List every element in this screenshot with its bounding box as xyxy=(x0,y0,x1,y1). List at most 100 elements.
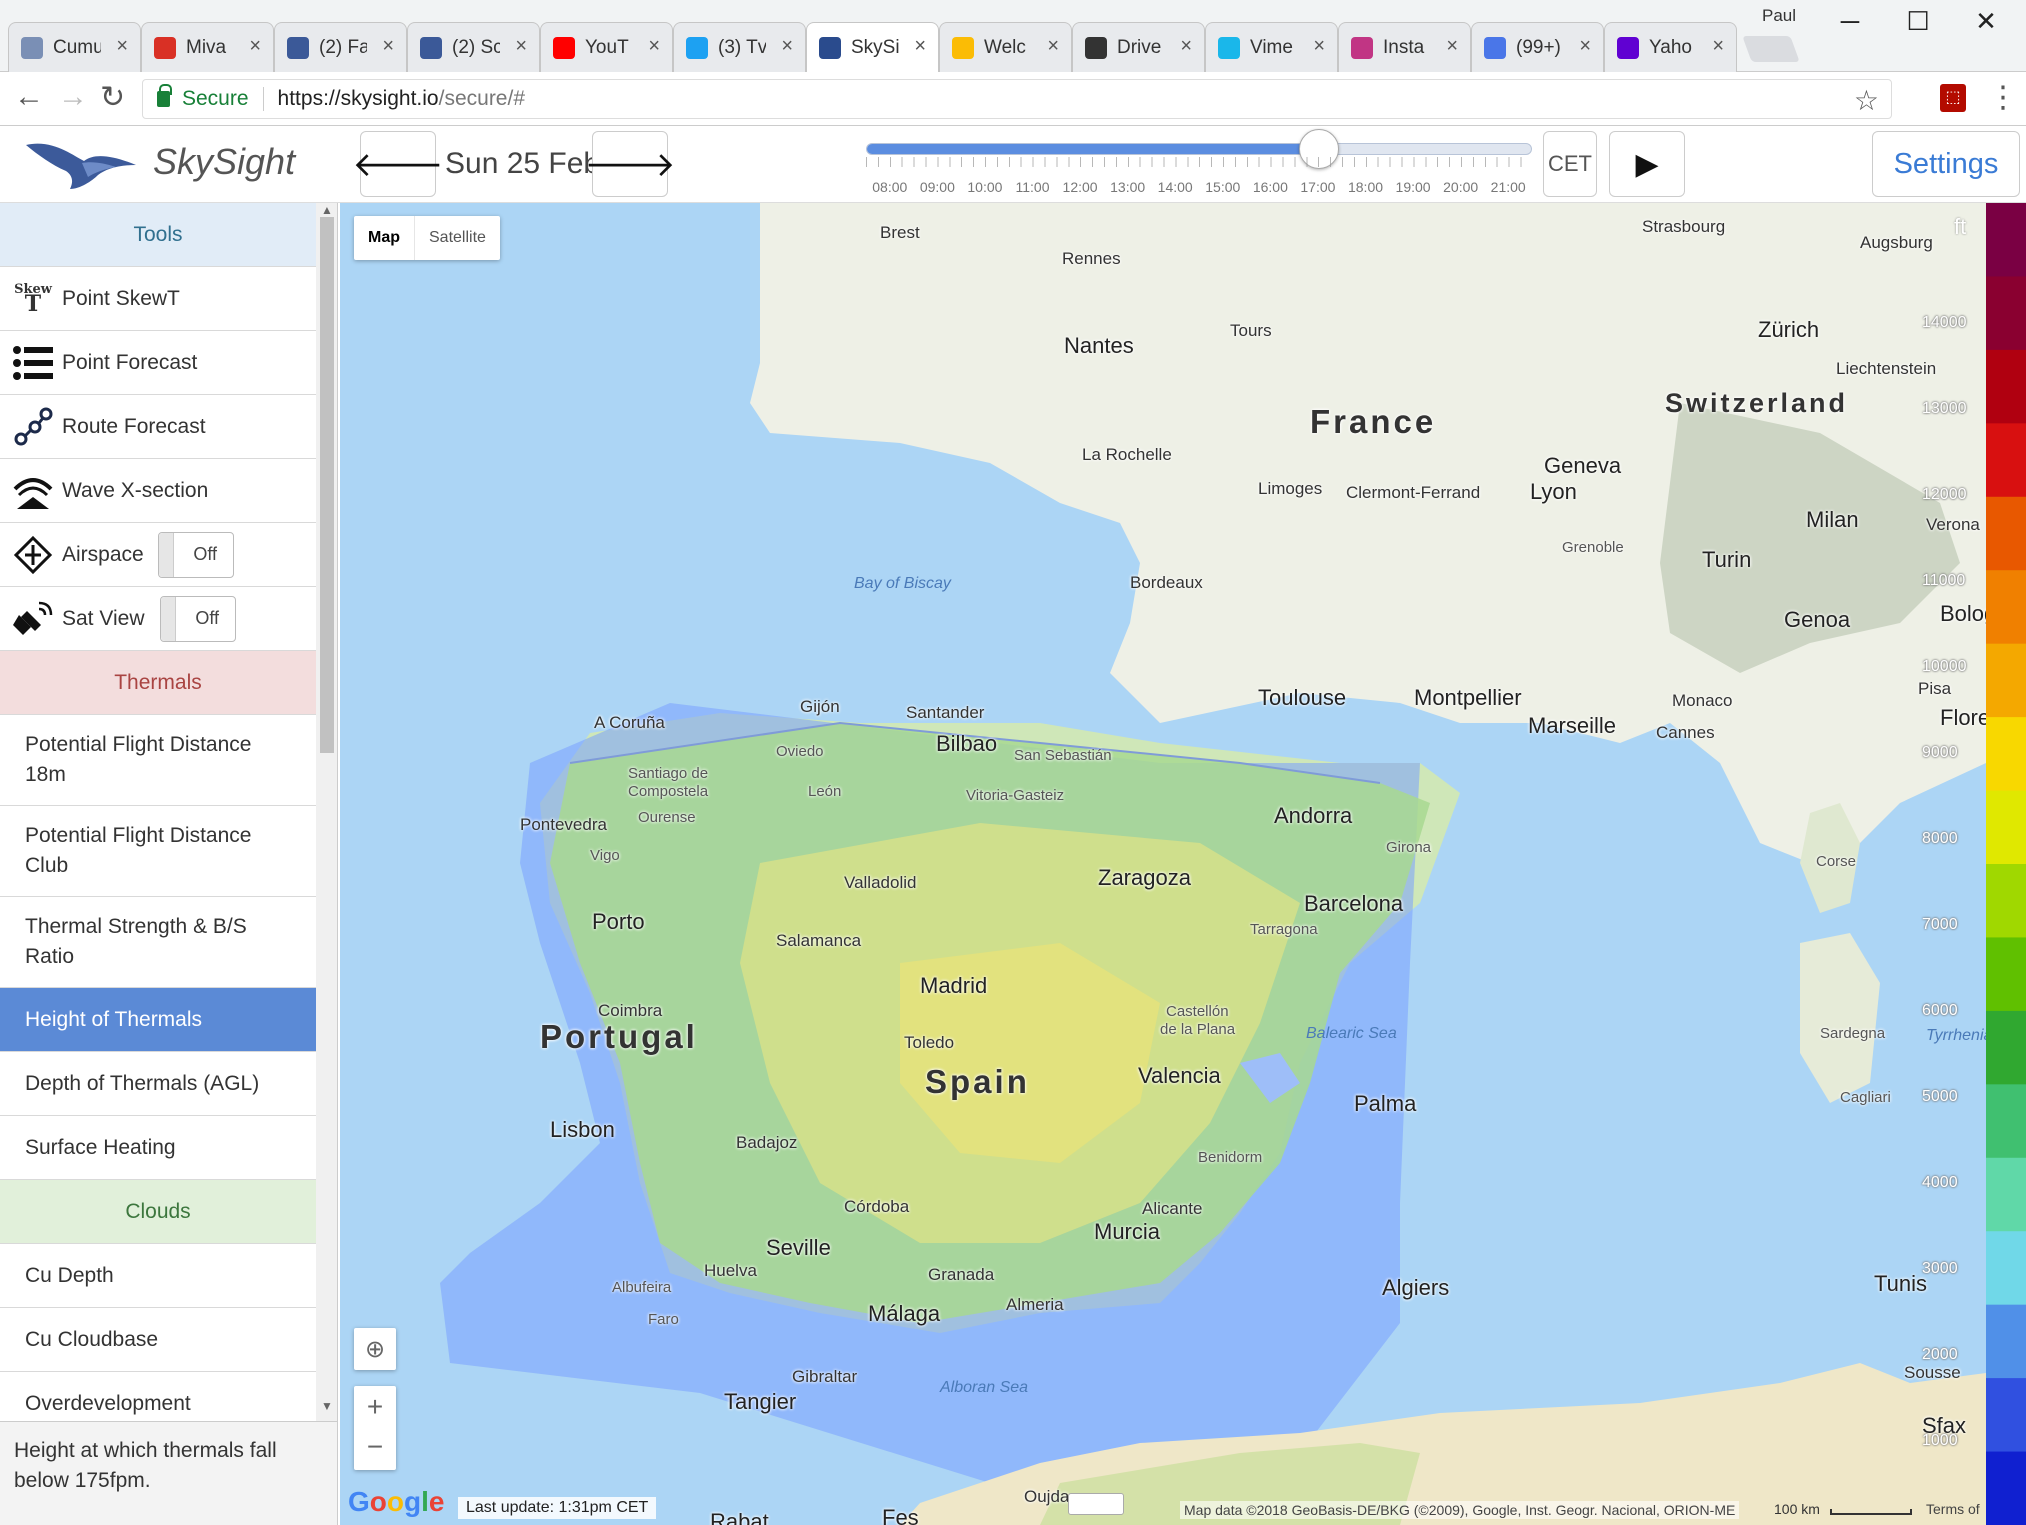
time-label[interactable]: 11:00 xyxy=(1016,179,1050,195)
legend-color-swatch xyxy=(1986,864,2026,939)
browser-tab[interactable]: (2) Sc × xyxy=(407,22,540,72)
new-tab-button[interactable] xyxy=(1742,36,1800,62)
tab-close-icon[interactable]: × xyxy=(648,35,660,58)
back-icon[interactable]: ← xyxy=(14,80,44,114)
time-label[interactable]: 16:00 xyxy=(1253,179,1288,195)
map-label: Ourense xyxy=(638,809,696,826)
tool-point-forecast[interactable]: Point Forecast xyxy=(0,331,316,395)
browser-tab[interactable]: Vime × xyxy=(1205,22,1338,72)
tools-header: Tools xyxy=(0,203,316,267)
browser-tab[interactable]: Miva × xyxy=(141,22,274,72)
toggle-switch[interactable]: Off xyxy=(158,531,234,578)
scroll-up-icon[interactable]: ▲ xyxy=(321,203,333,217)
tool-route-forecast[interactable]: Route Forecast xyxy=(0,395,316,459)
tool-airspace[interactable]: Airspace Off xyxy=(0,523,316,587)
layer-item[interactable]: Depth of Thermals (AGL) xyxy=(0,1052,316,1116)
toggle-switch[interactable]: Off xyxy=(160,595,236,642)
time-label[interactable]: 19:00 xyxy=(1396,179,1431,195)
zoom-out-button[interactable]: − xyxy=(367,1428,383,1470)
time-label[interactable]: 15:00 xyxy=(1205,179,1240,195)
browser-menu-icon[interactable]: ⋮ xyxy=(1988,80,2018,115)
sidebar-scrollbar[interactable]: ▲ ▼ xyxy=(316,203,337,1421)
browser-tab[interactable]: Cumu × xyxy=(8,22,141,72)
youtube-icon xyxy=(553,36,575,59)
next-day-button[interactable]: 🡒 xyxy=(584,131,676,197)
close-window-icon[interactable]: ✕ xyxy=(1956,6,2016,37)
layer-item[interactable]: Surface Heating xyxy=(0,1116,316,1180)
tool-wave-x-section[interactable]: Wave X-section xyxy=(0,459,316,523)
settings-button[interactable]: Settings xyxy=(1872,131,2020,197)
scrollbar-thumb[interactable] xyxy=(320,217,334,753)
time-label[interactable]: 10:00 xyxy=(967,179,1002,195)
play-button[interactable]: ▶ xyxy=(1609,131,1685,197)
minimize-icon[interactable]: ─ xyxy=(1820,6,1880,37)
map-label: Liechtenstein xyxy=(1836,359,1937,378)
tab-close-icon[interactable]: × xyxy=(1313,35,1325,58)
tab-close-icon[interactable]: × xyxy=(116,35,128,58)
map-view-button[interactable]: Map xyxy=(354,216,415,260)
tab-close-icon[interactable]: × xyxy=(1446,35,1458,58)
satellite-view-button[interactable]: Satellite xyxy=(415,216,500,260)
tab-close-icon[interactable]: × xyxy=(1180,35,1192,58)
time-label[interactable]: 18:00 xyxy=(1348,179,1383,195)
layer-item[interactable]: Thermal Strength & B/S Ratio xyxy=(0,897,316,988)
time-label[interactable]: 14:00 xyxy=(1158,179,1193,195)
maximize-icon[interactable]: ☐ xyxy=(1888,6,1948,37)
forecast-map[interactable]: France Spain Portugal Switzerland Bay of Bis… xyxy=(340,203,1986,1525)
profile-name[interactable]: Paul xyxy=(1762,6,1796,26)
tab-close-icon[interactable]: × xyxy=(1579,35,1591,58)
url-input[interactable]: Secure https://skysight.io/secure/# ☆ xyxy=(142,79,1892,119)
time-label[interactable]: 12:00 xyxy=(1063,179,1098,195)
browser-tab[interactable]: Yaho × xyxy=(1604,22,1737,72)
scale-label[interactable]: 100 km xyxy=(1774,1501,1820,1517)
browser-tab[interactable]: (99+) × xyxy=(1471,22,1604,72)
layer-item[interactable]: Potential Flight Distance 18m xyxy=(0,715,316,806)
pdf-extension-icon[interactable]: ⬚ xyxy=(1940,84,1966,112)
time-slider[interactable] xyxy=(866,129,1532,169)
terms-link[interactable]: Terms of xyxy=(1926,1501,1980,1517)
tab-close-icon[interactable]: × xyxy=(382,35,394,58)
tab-close-icon[interactable]: × xyxy=(781,35,793,58)
tool-sat-view[interactable]: Sat View Off xyxy=(0,587,316,651)
layer-item[interactable]: Potential Flight Distance Club xyxy=(0,806,316,897)
layer-item[interactable]: Cu Cloudbase xyxy=(0,1308,316,1372)
tab-title: (99+) xyxy=(1516,36,1561,58)
layer-item[interactable]: Height of Thermals xyxy=(0,988,316,1052)
tab-close-icon[interactable]: × xyxy=(515,35,527,58)
time-label[interactable]: 20:00 xyxy=(1443,179,1478,195)
time-label[interactable]: 08:00 xyxy=(872,179,907,195)
clouds-header: Clouds xyxy=(0,1180,316,1244)
browser-tab[interactable]: Welc × xyxy=(939,22,1072,72)
browser-tab[interactable]: (2) Fa × xyxy=(274,22,407,72)
timezone-button[interactable]: CET xyxy=(1543,131,1597,197)
time-label[interactable]: 21:00 xyxy=(1491,179,1526,195)
time-label[interactable]: 09:00 xyxy=(920,179,955,195)
secure-label: Secure xyxy=(182,87,249,110)
layer-item[interactable]: Cu Depth xyxy=(0,1244,316,1308)
tab-close-icon[interactable]: × xyxy=(914,35,926,58)
street-view-pegman[interactable] xyxy=(1068,1493,1124,1515)
browser-tab[interactable]: (3) Tv × xyxy=(673,22,806,72)
forward-icon[interactable]: → xyxy=(58,80,88,114)
map-label: Santiago de xyxy=(628,765,709,782)
zoom-in-button[interactable]: + xyxy=(367,1386,383,1428)
browser-tab[interactable]: SkySi × xyxy=(806,22,939,73)
browser-tab[interactable]: YouT × xyxy=(540,22,673,72)
scroll-down-icon[interactable]: ▼ xyxy=(321,1399,333,1413)
legend-label: 1000 xyxy=(1922,1432,1958,1449)
bookmark-star-icon[interactable]: ☆ xyxy=(1854,84,1879,117)
map-attribution[interactable]: Map data ©2018 GeoBasis-DE/BKG (©2009), … xyxy=(1180,1501,1740,1519)
prev-day-button[interactable]: 🡐 xyxy=(352,131,444,197)
thermals-list: Potential Flight Distance 18m Potential F… xyxy=(0,715,316,1180)
reload-icon[interactable]: ↻ xyxy=(100,80,125,115)
map-label: Bay of Biscay xyxy=(854,575,951,592)
browser-tab[interactable]: Insta × xyxy=(1338,22,1471,72)
tab-close-icon[interactable]: × xyxy=(1047,35,1059,58)
tab-close-icon[interactable]: × xyxy=(1712,35,1724,58)
tool-point-skewt[interactable]: Skew T Point SkewT xyxy=(0,267,316,331)
tab-close-icon[interactable]: × xyxy=(249,35,261,58)
time-label[interactable]: 17:00 xyxy=(1300,179,1335,195)
time-label[interactable]: 13:00 xyxy=(1110,179,1145,195)
browser-tab[interactable]: Drive × xyxy=(1072,22,1205,72)
my-location-button[interactable]: ⊕ xyxy=(354,1328,396,1370)
